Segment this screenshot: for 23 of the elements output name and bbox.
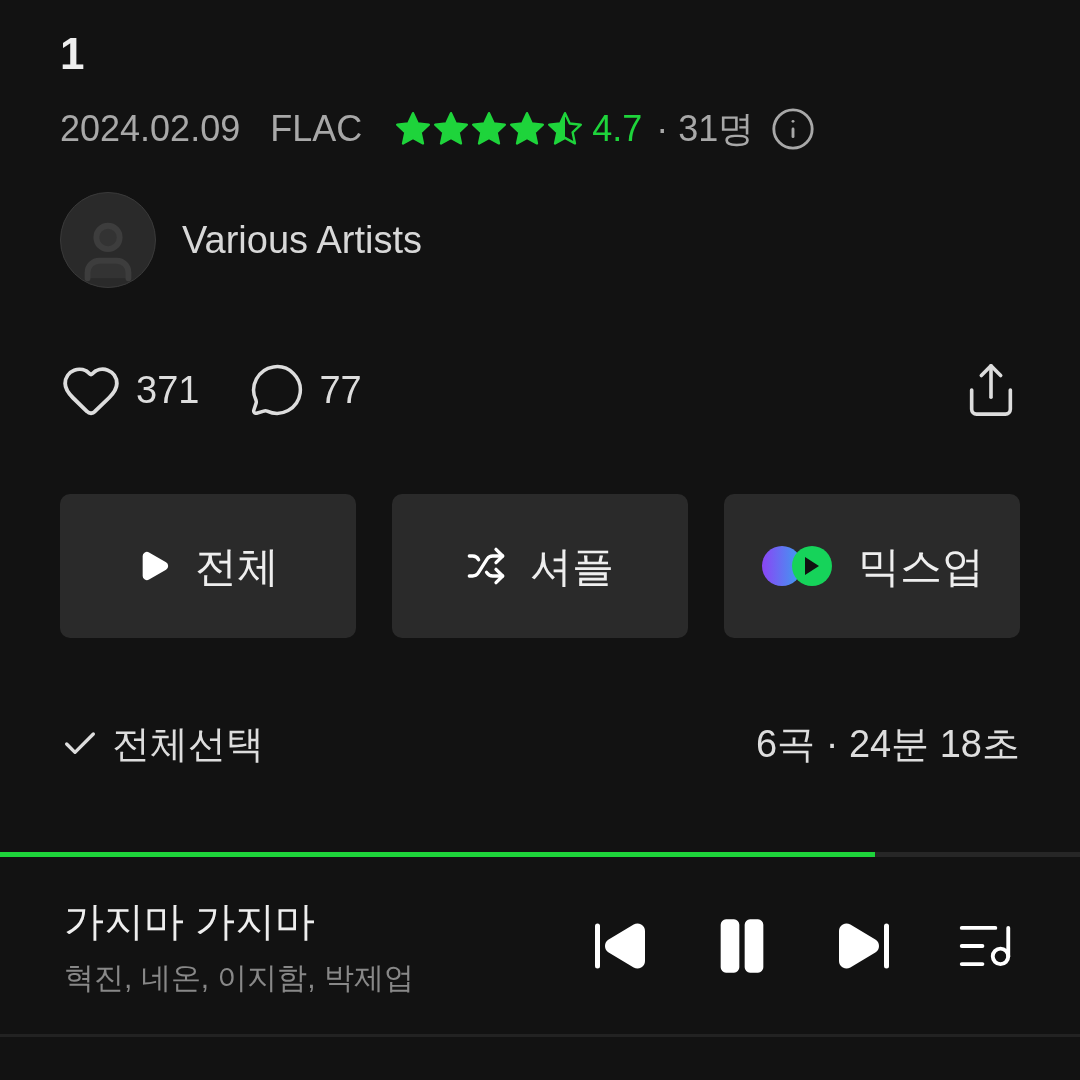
select-all-button[interactable]: 전체선택 bbox=[60, 715, 264, 773]
star-icon bbox=[432, 110, 471, 148]
album-title: 1 bbox=[60, 28, 86, 80]
release-date: 2024.02.09 bbox=[60, 107, 241, 151]
star-icon bbox=[508, 110, 547, 148]
audio-format: FLAC bbox=[270, 107, 363, 151]
rating-value: 4.7 bbox=[592, 107, 643, 151]
star-icon bbox=[394, 110, 433, 148]
song-artists: 혁진, 네온, 이지함, 박제업 bbox=[64, 960, 414, 996]
action-button[interactable]: 믹스업 bbox=[724, 494, 1020, 638]
action-button[interactable]: 셔플 bbox=[392, 494, 688, 638]
shuffle-icon bbox=[466, 546, 506, 586]
mixup-icon bbox=[760, 544, 834, 588]
info-icon[interactable] bbox=[770, 106, 817, 152]
star-icon bbox=[546, 110, 585, 148]
action-button[interactable]: 전체 bbox=[60, 494, 356, 638]
comment-count: 77 bbox=[319, 367, 362, 413]
song-title: 가지마 가지마 bbox=[64, 898, 317, 945]
artist-name[interactable]: Various Artists bbox=[182, 211, 423, 269]
track-summary: 6곡 · 24분 18초 bbox=[756, 721, 1020, 767]
like-count: 371 bbox=[136, 367, 200, 413]
rater-count: · 31명 bbox=[656, 107, 755, 151]
star-icon bbox=[470, 110, 509, 148]
